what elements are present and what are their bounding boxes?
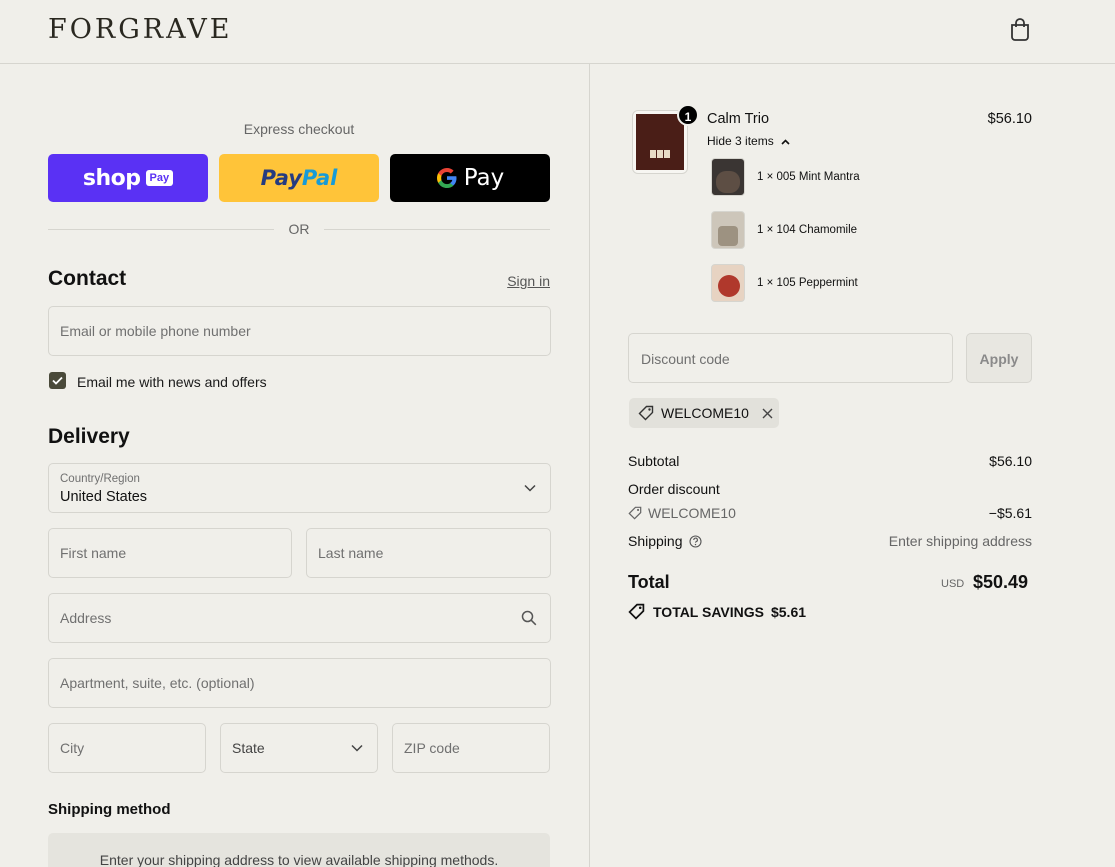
discount-code-input[interactable]: Discount code (628, 333, 953, 383)
quantity-badge: 1 (677, 104, 699, 126)
brand-logo[interactable]: FORGRAVE (48, 14, 232, 45)
total-savings-label: TOTAL SAVINGS (653, 603, 764, 620)
google-pay-label: Pay (463, 165, 505, 191)
order-discount-code-row: WELCOME10 (628, 505, 736, 521)
checkmark-icon (52, 376, 63, 385)
search-icon (521, 610, 537, 626)
total-savings-row: TOTAL SAVINGS $5.61 (628, 603, 806, 620)
or-divider-left (48, 229, 274, 230)
bundle-item-label: 1 × 104 Chamomile (757, 224, 858, 236)
state-placeholder: State (232, 740, 265, 756)
paypal-button[interactable]: Pay Pal (219, 154, 379, 202)
hide-items-toggle[interactable]: Hide 3 items (707, 134, 790, 148)
column-divider (589, 64, 590, 867)
order-discount-label: Order discount (628, 481, 720, 497)
product-image (636, 114, 684, 170)
first-name-field[interactable]: First name (48, 528, 292, 578)
newsletter-checkbox[interactable] (49, 372, 66, 389)
shipping-row: Shipping (628, 533, 702, 549)
subtotal-label: Subtotal (628, 453, 680, 469)
delivery-title: Delivery (48, 425, 130, 448)
google-g-icon (436, 168, 457, 188)
shop-pay-badge: Pay (145, 170, 174, 186)
contact-title: Contact (48, 267, 127, 290)
shopping-bag-icon[interactable] (1009, 17, 1031, 41)
tag-icon (638, 405, 654, 421)
order-discount-value: −$5.61 (988, 505, 1032, 521)
address-placeholder: Address (60, 610, 112, 626)
bundle-item-thumbnail (711, 264, 745, 302)
order-discount-code: WELCOME10 (648, 505, 736, 521)
country-value: United States (60, 489, 148, 505)
paypal-wordmark-pay: Pay (260, 166, 302, 190)
tag-icon (628, 603, 645, 620)
last-name-placeholder: Last name (318, 545, 384, 561)
shipping-value: Enter shipping address (888, 533, 1032, 549)
google-pay-button[interactable]: Pay (390, 154, 550, 202)
newsletter-label: Email me with news and offers (77, 374, 267, 390)
header: FORGRAVE (0, 0, 1115, 64)
product-price: $56.10 (987, 111, 1032, 127)
help-icon[interactable] (688, 534, 702, 548)
total-savings-value: $5.61 (770, 603, 807, 620)
email-field[interactable]: Email or mobile phone number (48, 306, 551, 356)
currency-code: USD (941, 578, 965, 590)
apply-discount-button[interactable]: Apply (966, 333, 1032, 383)
state-select[interactable]: State (220, 723, 378, 773)
shop-pay-button[interactable]: shop Pay (48, 154, 208, 202)
total-label: Total (628, 572, 670, 592)
bundle-item-thumbnail (711, 158, 745, 196)
country-select[interactable]: Country/Region United States (48, 463, 551, 513)
chevron-up-icon (781, 139, 790, 145)
paypal-wordmark-pal: Pal (301, 166, 338, 190)
chevron-down-icon (524, 484, 536, 492)
address-field[interactable]: Address (48, 593, 551, 643)
apartment-field[interactable]: Apartment, suite, etc. (optional) (48, 658, 551, 708)
shipping-label: Shipping (628, 533, 683, 549)
hide-items-label: Hide 3 items (707, 134, 774, 148)
city-placeholder: City (60, 740, 85, 756)
shipping-method-notice: Enter your shipping address to view avai… (48, 833, 550, 867)
zip-field[interactable]: ZIP code (392, 723, 550, 773)
or-divider-right (324, 229, 550, 230)
total-value: $50.49 (973, 572, 1029, 592)
or-separator: OR (288, 221, 310, 237)
express-checkout-label: Express checkout (243, 121, 355, 137)
product-name: Calm Trio (707, 111, 770, 127)
applied-discount-code: WELCOME10 (661, 405, 749, 421)
bundle-item-label: 1 × 005 Mint Mantra (757, 171, 860, 183)
zip-placeholder: ZIP code (404, 740, 460, 756)
sign-in-link[interactable]: Sign in (470, 273, 550, 289)
bundle-item-thumbnail (711, 211, 745, 249)
bundle-item-label: 1 × 105 Peppermint (757, 277, 858, 289)
last-name-field[interactable]: Last name (306, 528, 551, 578)
country-label: Country/Region (60, 473, 140, 485)
email-placeholder: Email or mobile phone number (60, 323, 251, 339)
shop-wordmark: shop (82, 165, 141, 191)
first-name-placeholder: First name (60, 545, 127, 561)
shipping-method-title: Shipping method (48, 801, 171, 818)
applied-discount-chip: WELCOME10 (629, 398, 779, 428)
subtotal-value: $56.10 (989, 453, 1032, 469)
chevron-down-icon (351, 744, 363, 752)
city-field[interactable]: City (48, 723, 206, 773)
remove-discount-icon[interactable] (762, 408, 773, 419)
apartment-placeholder: Apartment, suite, etc. (optional) (60, 675, 255, 691)
tag-icon (628, 506, 642, 520)
discount-code-placeholder: Discount code (641, 351, 730, 367)
